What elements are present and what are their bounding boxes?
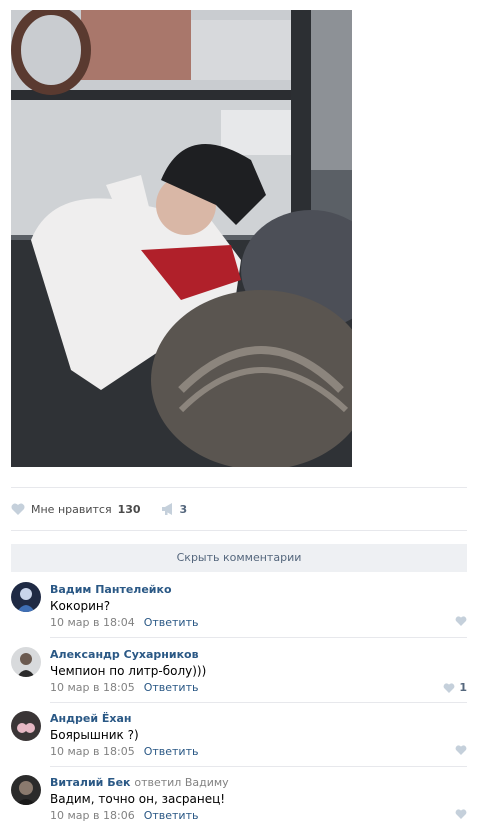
like-count: 130 [117,502,141,516]
comment-author: Виталий Бек ответил Вадиму [50,776,229,789]
reply-link[interactable]: Ответить [144,745,199,758]
comment-time[interactable]: 10 мар в 18:05 [50,745,135,758]
reply-link[interactable]: Ответить [144,809,199,822]
comment-author[interactable]: Андрей Ёхан [50,712,132,725]
comment-text: Вадим, точно он, засранец! [50,792,226,806]
heart-icon [11,503,25,515]
photo-image [11,10,352,467]
comment-time[interactable]: 10 мар в 18:04 [50,616,135,629]
like-label: Мне нравится [31,502,112,516]
comment-meta: 10 мар в 18:05 Ответить [50,745,198,758]
comment-like-button[interactable] [455,616,467,626]
hide-comments-button[interactable]: Скрыть комментарии [11,544,467,572]
comment: Андрей Ёхан Боярышник ?) 10 мар в 18:05 О… [11,702,467,766]
comment-text: Боярышник ?) [50,728,139,742]
post-actions: Мне нравится 130 3 [11,496,187,522]
like-button[interactable]: Мне нравится 130 [11,503,141,516]
comment-text: Кокорин? [50,599,111,613]
comment-meta: 10 мар в 18:05 Ответить [50,681,198,694]
comment-meta: 10 мар в 18:06 Ответить [50,809,198,822]
megaphone-icon [161,503,172,515]
comment-author-name[interactable]: Виталий Бек [50,776,131,789]
share-button[interactable]: 3 [161,502,188,516]
comment-like-button[interactable] [455,809,467,819]
comment: Виталий Бек ответил Вадиму Вадим, точно … [11,766,467,830]
comment-like-button[interactable]: 1 [443,681,467,694]
post-divider-bottom [11,530,467,531]
heart-icon [443,682,455,693]
avatar[interactable] [11,775,41,805]
comment-time[interactable]: 10 мар в 18:05 [50,681,135,694]
reply-link[interactable]: Ответить [144,616,199,629]
heart-icon [455,809,467,819]
comment-meta: 10 мар в 18:04 Ответить [50,616,198,629]
comment-time[interactable]: 10 мар в 18:06 [50,809,135,822]
post-divider-top [11,487,467,488]
comment-text: Чемпион по литр-болу))) [50,664,207,678]
comment-author[interactable]: Александр Сухарников [50,648,199,661]
avatar[interactable] [11,647,41,677]
reply-link[interactable]: Ответить [144,681,199,694]
comment-replied-to[interactable]: ответил Вадиму [134,776,228,789]
comment: Вадим Пантелейко Кокорин? 10 мар в 18:04… [11,573,467,637]
heart-icon [455,745,467,755]
comment-author[interactable]: Вадим Пантелейко [50,583,172,596]
comment-like-count: 1 [459,681,467,694]
comment: Александр Сухарников Чемпион по литр-бол… [11,638,467,702]
post-photo[interactable] [11,10,352,467]
avatar[interactable] [11,582,41,612]
share-count: 3 [179,502,188,516]
avatar[interactable] [11,711,41,741]
comment-like-button[interactable] [455,745,467,755]
heart-icon [455,616,467,626]
